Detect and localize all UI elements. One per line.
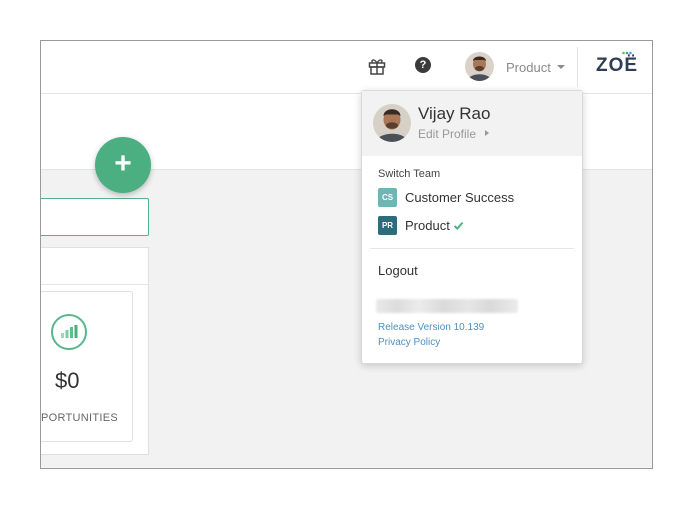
profile-header: Vijay Rao Edit Profile [362,91,582,156]
redacted-email [376,299,518,313]
add-button[interactable]: + [95,137,151,193]
team-badge-cs[interactable]: CS [378,188,397,207]
logo-dots-icon [622,51,632,55]
gift-icon[interactable] [367,56,387,76]
top-navbar: ? Product ZOË [41,41,652,94]
release-version-link[interactable]: Release Version 10.139 [378,322,484,333]
bar-chart-icon [51,314,87,350]
team-badge-pr[interactable]: PR [378,216,397,235]
divider [577,47,578,87]
team-item-customer-success[interactable]: Customer Success [405,190,514,205]
team-item-product[interactable]: Product [405,218,450,233]
metric-value: $0 [55,368,80,393]
divider [370,248,574,249]
profile-dropdown: Vijay Rao Edit Profile Switch Team CS Cu… [361,90,583,364]
switch-team-heading: Switch Team [378,168,441,180]
chevron-down-icon[interactable] [557,65,565,69]
checkmark-icon [453,221,464,231]
edit-profile-link[interactable]: Edit Profile [418,127,476,141]
privacy-policy-link[interactable]: Privacy Policy [378,337,440,348]
avatar[interactable] [465,52,494,81]
metric-label: PORTUNITIES [41,412,119,424]
team-switcher-label[interactable]: Product [506,60,551,75]
avatar [373,104,411,142]
logo: ZOË [596,55,639,76]
divider [41,284,148,285]
help-icon[interactable]: ? [415,57,431,73]
app-window: ? Product ZOË $0 PORTUNITIES + Vijay Rao… [40,40,653,469]
search-input[interactable] [41,198,149,236]
user-name: Vijay Rao [418,104,491,123]
logout-button[interactable]: Logout [378,263,418,278]
chevron-right-icon[interactable] [485,130,489,136]
